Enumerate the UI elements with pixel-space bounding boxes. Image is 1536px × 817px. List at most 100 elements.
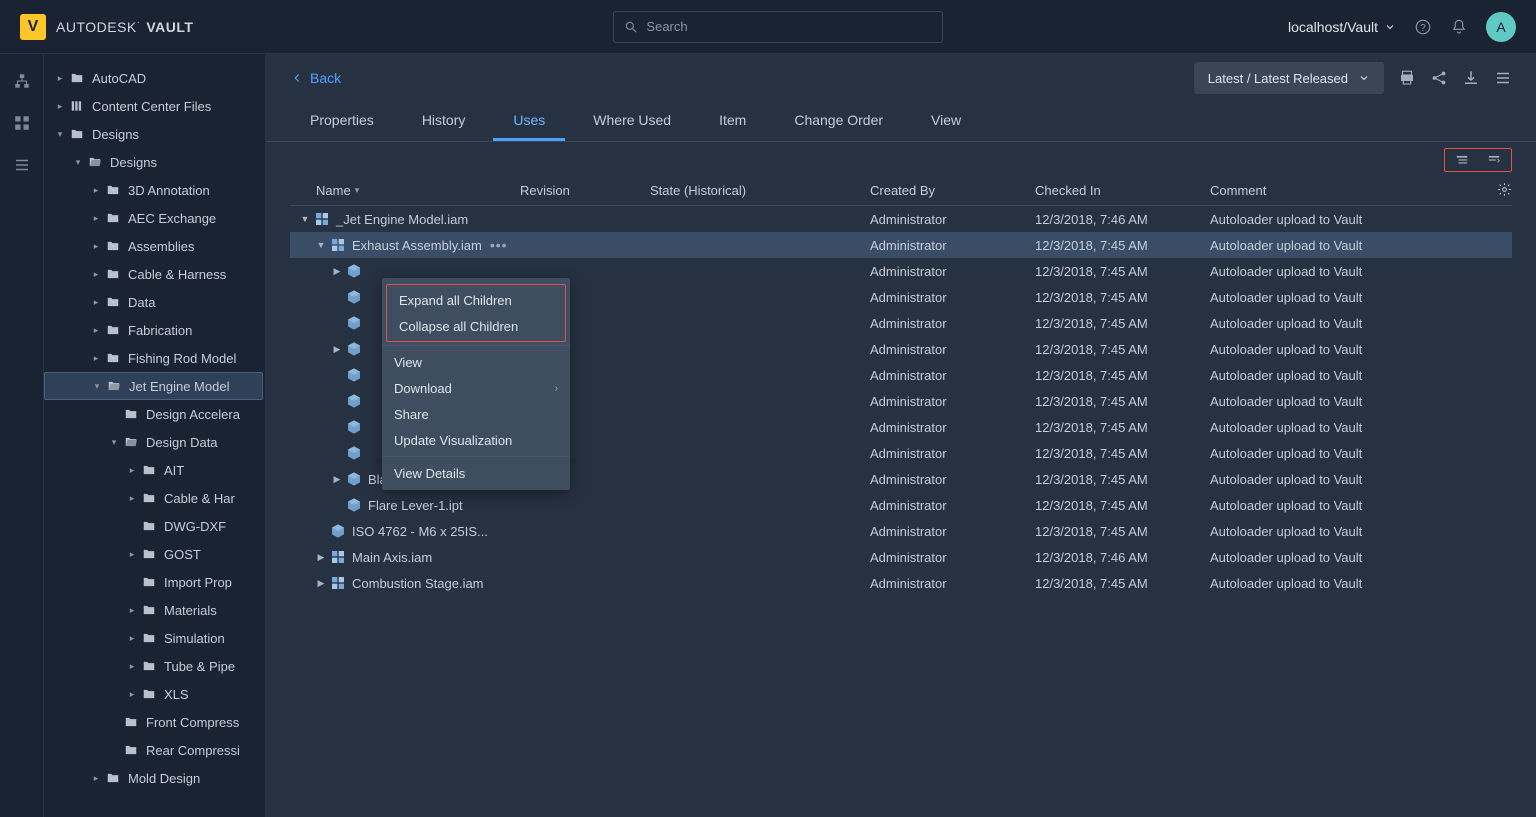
asm-icon [330, 237, 346, 253]
grid-settings-icon[interactable] [1497, 182, 1512, 197]
tree-item[interactable]: ▸ 3D Annotation [44, 176, 263, 204]
row-caret-icon[interactable]: ▼ [300, 214, 310, 224]
help-icon[interactable] [1414, 18, 1432, 36]
more-icon[interactable]: ••• [490, 237, 508, 253]
tree-item[interactable]: ▸ Fishing Rod Model [44, 344, 263, 372]
tree-item[interactable]: ▸ Content Center Files [44, 92, 263, 120]
tree-caret-icon[interactable]: ▸ [92, 241, 100, 252]
version-dropdown[interactable]: Latest / Latest Released [1194, 62, 1384, 94]
tree-item[interactable]: ▸ Mold Design [44, 764, 263, 792]
tree-item[interactable]: ▸ AIT [44, 456, 263, 484]
grid-row[interactable]: ISO 4762 - M6 x 25IS... Administrator 12… [290, 518, 1512, 544]
tree-caret-icon[interactable]: ▸ [92, 185, 100, 196]
tree-item[interactable]: ▸ Data [44, 288, 263, 316]
tree-item[interactable]: ▸ Simulation [44, 624, 263, 652]
tab-change-order[interactable]: Change Order [774, 102, 903, 141]
tree-item[interactable]: ▸ XLS [44, 680, 263, 708]
tree-item[interactable]: Rear Compressi [44, 736, 263, 764]
tab-properties[interactable]: Properties [290, 102, 394, 141]
grid-row[interactable]: Flare Lever-1.ipt Administrator 12/3/201… [290, 492, 1512, 518]
tab-where-used[interactable]: Where Used [573, 102, 691, 141]
tree-caret-icon[interactable]: ▾ [74, 157, 82, 168]
tree-caret-icon[interactable]: ▾ [110, 437, 118, 448]
tree-caret-icon[interactable]: ▸ [92, 353, 100, 364]
tree-item[interactable]: ▸ AutoCAD [44, 64, 263, 92]
tree-caret-icon[interactable]: ▸ [92, 773, 100, 784]
tree-item[interactable]: Front Compress [44, 708, 263, 736]
tree-item[interactable]: ▸ Fabrication [44, 316, 263, 344]
tab-item[interactable]: Item [699, 102, 766, 141]
tree-caret-icon[interactable]: ▸ [56, 73, 64, 84]
tree-item[interactable]: ▸ Cable & Har [44, 484, 263, 512]
rail-hierarchy-icon[interactable] [13, 72, 31, 90]
col-header-created-by[interactable]: Created By [870, 183, 1035, 198]
row-caret-icon[interactable]: ▶ [332, 344, 342, 355]
download-icon[interactable] [1462, 69, 1480, 87]
share-icon[interactable] [1430, 69, 1448, 87]
ctx-download[interactable]: Download› [382, 375, 570, 401]
tree-caret-icon[interactable]: ▸ [92, 269, 100, 280]
notifications-icon[interactable] [1450, 18, 1468, 36]
tree-item[interactable]: ▸ Materials [44, 596, 263, 624]
tree-caret-icon[interactable]: ▸ [128, 493, 136, 504]
search-box[interactable] [613, 11, 943, 43]
row-caret-icon[interactable]: ▶ [316, 552, 326, 563]
tree-caret-icon[interactable]: ▸ [128, 549, 136, 560]
collapse-tree-icon[interactable] [1485, 153, 1503, 167]
tree-item[interactable]: ▸ Tube & Pipe [44, 652, 263, 680]
server-dropdown[interactable]: localhost/Vault [1288, 19, 1396, 35]
tree-item[interactable]: Import Prop [44, 568, 263, 596]
ctx-collapse-all[interactable]: Collapse all Children [387, 313, 565, 339]
tree-item[interactable]: ▾ Designs [44, 120, 263, 148]
tree-caret-icon[interactable]: ▾ [56, 129, 64, 140]
back-button[interactable]: Back [290, 70, 341, 86]
tree-caret-icon[interactable]: ▸ [92, 325, 100, 336]
print-icon[interactable] [1398, 69, 1416, 87]
tree-caret-icon[interactable]: ▸ [128, 605, 136, 616]
rail-list-icon[interactable] [13, 156, 31, 174]
tab-uses[interactable]: Uses [493, 102, 565, 141]
col-header-name[interactable]: Name▾ [290, 183, 520, 198]
tab-view[interactable]: View [911, 102, 981, 141]
row-caret-icon[interactable]: ▼ [316, 240, 326, 250]
tree-item[interactable]: ▸ Assemblies [44, 232, 263, 260]
tree-item[interactable]: DWG-DXF [44, 512, 263, 540]
tree-item[interactable]: Design Accelera [44, 400, 263, 428]
grid-row[interactable]: ▼ Exhaust Assembly.iam ••• Administrator… [290, 232, 1512, 258]
tree-caret-icon[interactable]: ▸ [128, 661, 136, 672]
tree-caret-icon[interactable]: ▾ [93, 381, 101, 392]
col-header-comment[interactable]: Comment [1210, 183, 1488, 198]
ctx-view[interactable]: View [382, 349, 570, 375]
tree-item[interactable]: ▸ AEC Exchange [44, 204, 263, 232]
tree-item[interactable]: ▾ Jet Engine Model [44, 372, 263, 400]
tree-caret-icon[interactable]: ▸ [92, 213, 100, 224]
col-header-revision[interactable]: Revision [520, 183, 650, 198]
ctx-update-visualization[interactable]: Update Visualization [382, 427, 570, 453]
tree-caret-icon[interactable]: ▸ [128, 465, 136, 476]
details-icon[interactable] [1494, 69, 1512, 87]
tree-caret-icon[interactable]: ▸ [56, 101, 64, 112]
search-input[interactable] [646, 19, 932, 34]
tree-item[interactable]: ▾ Design Data [44, 428, 263, 456]
grid-row[interactable]: ▼ _Jet Engine Model.iam Administrator 12… [290, 206, 1512, 232]
ctx-share[interactable]: Share [382, 401, 570, 427]
tree-item[interactable]: ▸ Cable & Harness [44, 260, 263, 288]
tab-history[interactable]: History [402, 102, 486, 141]
tree-caret-icon[interactable]: ▸ [128, 633, 136, 644]
tree-caret-icon[interactable]: ▸ [128, 689, 136, 700]
grid-row[interactable]: ▶ Combustion Stage.iam Administrator 12/… [290, 570, 1512, 596]
ctx-expand-all[interactable]: Expand all Children [387, 287, 565, 313]
rail-grid-icon[interactable] [13, 114, 31, 132]
tree-caret-icon[interactable]: ▸ [92, 297, 100, 308]
col-header-state[interactable]: State (Historical) [650, 183, 870, 198]
grid-row[interactable]: ▶ Main Axis.iam Administrator 12/3/2018,… [290, 544, 1512, 570]
row-caret-icon[interactable]: ▶ [332, 474, 342, 485]
expand-tree-icon[interactable] [1453, 153, 1471, 167]
col-header-checked-in[interactable]: Checked In [1035, 183, 1210, 198]
ctx-view-details[interactable]: View Details [382, 460, 570, 486]
row-caret-icon[interactable]: ▶ [316, 578, 326, 589]
tree-item[interactable]: ▾ Designs [44, 148, 263, 176]
avatar[interactable]: A [1486, 12, 1516, 42]
tree-item[interactable]: ▸ GOST [44, 540, 263, 568]
row-caret-icon[interactable]: ▶ [332, 266, 342, 277]
